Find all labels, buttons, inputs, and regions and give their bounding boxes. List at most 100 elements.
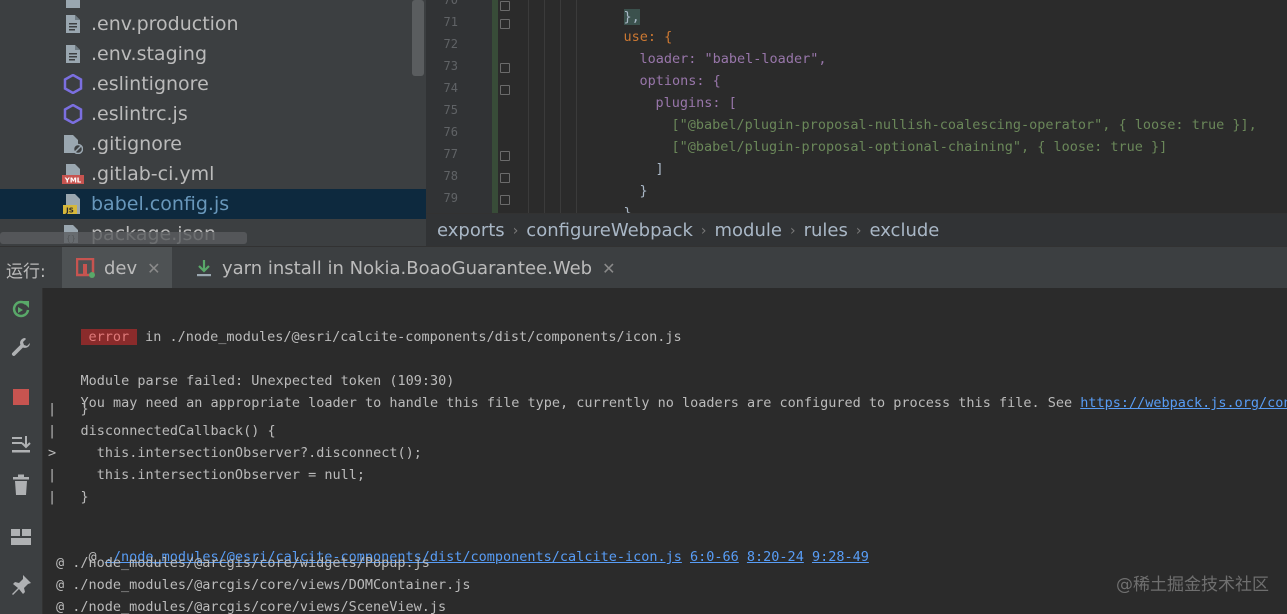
console-line: | } [48, 489, 89, 505]
tree-item-label: babel.config.js [91, 193, 230, 215]
tree-item-label: .eslintrc.js [91, 103, 188, 125]
code-text: ["@babel/plugin-proposal-optional-chaini… [671, 139, 1168, 155]
indent-guide [560, 0, 561, 213]
code-text: ] [655, 161, 664, 177]
fold-marker-icon[interactable] [500, 63, 510, 73]
tree-item-eslintignore[interactable]: .eslintignore [0, 69, 426, 99]
line-number: 70 [443, 0, 458, 7]
fold-marker-icon[interactable] [500, 173, 510, 183]
vcs-change-marker [492, 0, 498, 213]
fold-marker-icon[interactable] [500, 151, 510, 161]
line-number: 74 [443, 81, 458, 95]
scroll-to-end-icon [12, 436, 31, 453]
trace-line: @ ./node_modules/@arcgis/core/views/DOMC… [56, 577, 471, 593]
tree-horizontal-scrollbar[interactable] [0, 232, 247, 244]
console-line: @ ./node_modules/@arcgis/core/widgets/Po… [56, 555, 430, 571]
download-icon [194, 258, 214, 278]
tree-vertical-scrollbar[interactable] [412, 0, 424, 76]
code-text: } [623, 205, 632, 213]
tree-item-gitlab-ci[interactable]: YML .gitlab-ci.yml [0, 159, 426, 189]
chevron-right-icon: › [855, 222, 862, 239]
breadcrumb: exports › configureWebpack › module › ru… [426, 213, 1287, 247]
tab-dev[interactable]: dev ✕ [62, 247, 172, 289]
tab-yarn-install[interactable]: yarn install in Nokia.BoaoGuarantee.Web … [180, 247, 616, 289]
run-label: 运行: [6, 262, 46, 282]
breadcrumb-item[interactable]: exclude [869, 220, 939, 241]
line-number: 79 [443, 191, 458, 205]
fold-marker-icon[interactable] [500, 19, 510, 29]
tree-item-label: .eslintignore [91, 73, 209, 95]
tree-item-label: .gitignore [91, 133, 182, 155]
tree-item-label: .gitlab-ci.yml [91, 163, 215, 185]
console-line: @ ./node_modules/@arcgis/core/views/DOMC… [56, 577, 471, 593]
gitignore-icon [62, 133, 84, 155]
snippet-line: > this.intersectionObserver?.disconnect(… [48, 445, 422, 461]
scroll-to-end-button[interactable] [8, 432, 34, 458]
stop-button[interactable] [8, 384, 34, 410]
fold-marker-icon[interactable] [500, 85, 510, 95]
trace-position-link[interactable]: 9:28-49 [812, 549, 869, 565]
indent-guide [544, 0, 545, 213]
tree-item-babel-config[interactable]: JS babel.config.js [0, 189, 426, 219]
clear-button[interactable] [8, 472, 34, 498]
line-number: 77 [443, 147, 458, 161]
fold-marker-icon[interactable] [500, 195, 510, 205]
console-line: | this.intersectionObserver = null; [48, 467, 365, 483]
rerun-icon [12, 300, 30, 318]
js-icon: JS [62, 193, 84, 215]
line-number: 75 [443, 103, 458, 117]
console-line: error in ./node_modules/@esri/calcite-com… [48, 313, 682, 361]
tab-label: yarn install in Nokia.BoaoGuarantee.Web [222, 257, 593, 279]
chevron-right-icon: › [512, 222, 519, 239]
trace-position-link[interactable]: 8:20-24 [747, 549, 804, 565]
file-icon [62, 43, 84, 65]
tree-item-eslintrc[interactable]: .eslintrc.js [0, 99, 426, 129]
layout-button[interactable] [8, 524, 34, 550]
console-line: > this.intersectionObserver?.disconnect(… [48, 445, 422, 461]
indent-guide [576, 0, 577, 213]
console-line: | } [48, 401, 89, 417]
tree-item-label: .env.staging [91, 43, 208, 65]
tree-item-env-production[interactable]: .env.production [0, 9, 426, 39]
layout-icon [11, 529, 31, 545]
run-toolbar [0, 288, 43, 614]
tree-item-gitignore[interactable]: .gitignore [0, 129, 426, 159]
chevron-right-icon: › [700, 222, 707, 239]
trace-position-link[interactable]: 6:0-66 [690, 549, 739, 565]
tree-item-env-staging[interactable]: .env.staging [0, 39, 426, 69]
chevron-right-icon: › [789, 222, 796, 239]
snippet-line: | } [48, 489, 89, 505]
trace-line: @ ./node_modules/@arcgis/core/widgets/Po… [56, 555, 430, 571]
line-number-gutter: 70 71 72 73 74 75 76 77 78 79 [426, 0, 492, 213]
close-icon[interactable]: ✕ [147, 259, 160, 278]
settings-button[interactable] [8, 334, 34, 360]
code-text: } [639, 183, 648, 199]
breadcrumb-item[interactable]: exports [437, 220, 505, 241]
line-number: 78 [443, 169, 458, 183]
fold-marker-icon[interactable] [500, 1, 510, 11]
code-editor[interactable]: 70 71 72 73 74 75 76 77 78 79 }, use: { … [426, 0, 1287, 213]
yml-icon: YML [62, 163, 84, 185]
breadcrumb-item[interactable]: rules [804, 220, 848, 241]
snippet-line: | this.intersectionObserver = null; [48, 467, 365, 483]
trash-icon [13, 474, 29, 495]
close-icon[interactable]: ✕ [602, 259, 615, 278]
console-line: You may need an appropriate loader to ha… [48, 379, 1287, 427]
wrench-icon [11, 338, 30, 356]
project-tree: .env.production .env.staging .eslintigno… [0, 0, 426, 246]
error-badge: error [80, 329, 138, 345]
error-location: in ./node_modules/@esri/calcite-componen… [145, 329, 682, 345]
eslint-icon [62, 103, 84, 125]
rerun-button[interactable] [8, 296, 34, 322]
line-number: 73 [443, 59, 458, 73]
line-number: 71 [443, 15, 458, 29]
console-output[interactable]: error in ./node_modules/@esri/calcite-com… [43, 288, 1287, 614]
webpack-docs-link[interactable]: https://webpack.js.org/concepts#loaders [1080, 395, 1287, 411]
breadcrumb-item[interactable]: configureWebpack [526, 220, 693, 241]
pin-icon [12, 575, 31, 595]
svg-text:JS: JS [65, 207, 74, 215]
tab-label: dev [104, 257, 138, 279]
breadcrumb-item[interactable]: module [715, 220, 782, 241]
pin-button[interactable] [8, 572, 34, 598]
code-line: } [591, 189, 632, 213]
